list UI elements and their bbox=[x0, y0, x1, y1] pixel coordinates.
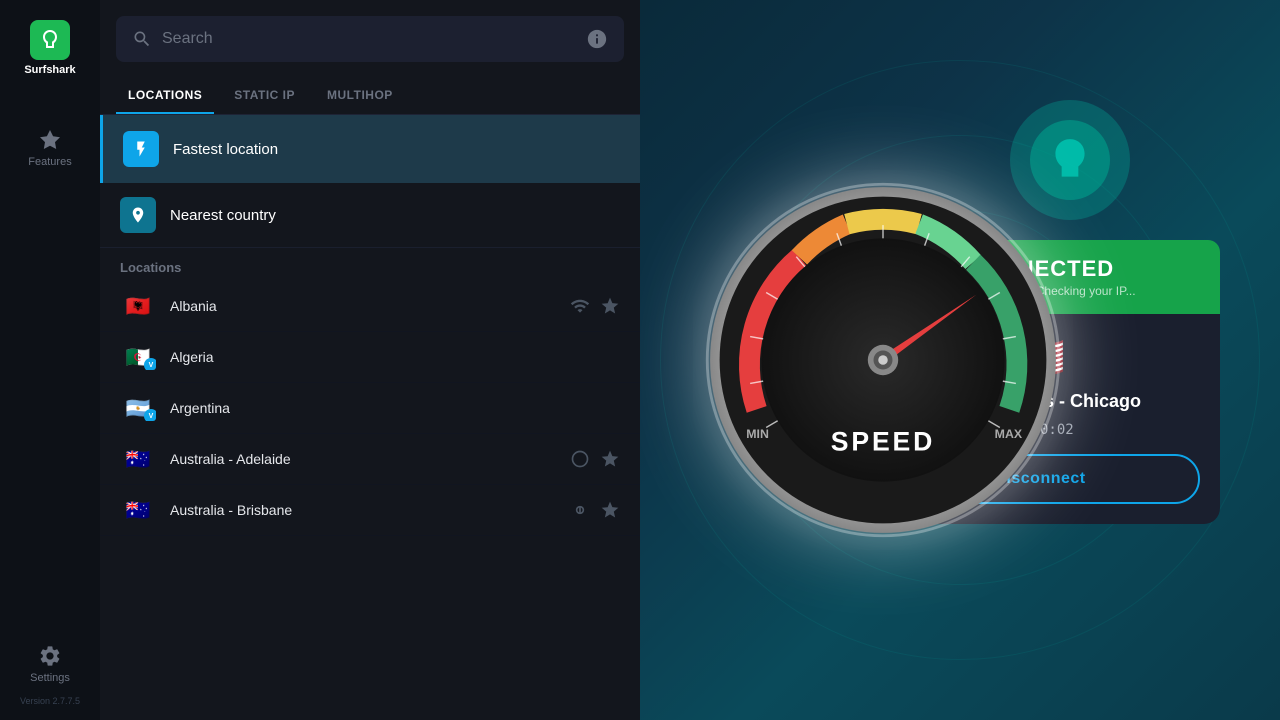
signal-icon[interactable] bbox=[570, 500, 590, 520]
country-actions bbox=[570, 449, 620, 469]
location-list: Fastest location Nearest country Locatio… bbox=[100, 115, 640, 720]
algeria-flag: 🇩🇿 V bbox=[120, 344, 156, 370]
right-panel: CONNECTED Your IP address: Checking your… bbox=[640, 0, 1280, 720]
country-name: Australia - Brisbane bbox=[170, 502, 556, 518]
country-name: Albania bbox=[170, 298, 556, 314]
svg-text:MAX: MAX bbox=[995, 427, 1023, 441]
sidebar-item-features[interactable]: Features bbox=[0, 116, 100, 180]
signal-icon[interactable] bbox=[570, 296, 590, 316]
country-actions bbox=[570, 500, 620, 520]
star-icon[interactable] bbox=[600, 296, 620, 316]
version-text: Version 2.7.7.5 bbox=[20, 696, 80, 706]
fastest-location-item[interactable]: Fastest location bbox=[100, 115, 640, 183]
app-logo: Surfshark bbox=[14, 10, 85, 86]
features-label: Features bbox=[28, 156, 71, 168]
svg-text:SPEED: SPEED bbox=[831, 426, 935, 456]
vpn-badge: V bbox=[144, 409, 156, 421]
speedometer-svg: MIN MAX SPEED bbox=[693, 170, 1073, 550]
sidebar-item-settings[interactable]: Settings bbox=[0, 632, 100, 696]
list-item[interactable]: 🇦🇷 V Argentina bbox=[100, 383, 640, 434]
app-name: Surfshark bbox=[24, 64, 75, 76]
albania-flag: 🇦🇱 bbox=[120, 293, 156, 319]
tab-locations[interactable]: LOCATIONS bbox=[116, 78, 214, 114]
tab-multihop[interactable]: MULTIHOP bbox=[315, 78, 405, 114]
search-input[interactable] bbox=[162, 30, 576, 48]
signal-icon[interactable] bbox=[570, 449, 590, 469]
nearest-label: Nearest country bbox=[170, 207, 276, 224]
speedometer-overlay: MIN MAX SPEED bbox=[693, 170, 1073, 550]
settings-label: Settings bbox=[30, 672, 70, 684]
country-name: Argentina bbox=[170, 400, 606, 416]
bolt-icon bbox=[132, 140, 150, 158]
fastest-icon bbox=[123, 131, 159, 167]
surfshark-logo-svg bbox=[38, 28, 62, 52]
list-item[interactable]: 🇦🇺 Australia - Adelaide bbox=[100, 434, 640, 485]
australia-flag: 🇦🇺 bbox=[120, 446, 156, 472]
nearest-icon bbox=[120, 197, 156, 233]
sidebar: Surfshark Features Settings Version 2.7.… bbox=[0, 0, 100, 720]
locations-section-header: Locations bbox=[100, 248, 640, 281]
nearest-country-item[interactable]: Nearest country bbox=[100, 183, 640, 248]
list-item[interactable]: 🇦🇱 Albania bbox=[100, 281, 640, 332]
list-item[interactable]: 🇦🇺 Australia - Brisbane bbox=[100, 485, 640, 536]
logo-icon bbox=[30, 20, 70, 60]
info-icon[interactable] bbox=[586, 28, 608, 50]
country-actions bbox=[570, 296, 620, 316]
settings-icon bbox=[38, 644, 62, 668]
country-name: Algeria bbox=[170, 349, 606, 365]
list-item[interactable]: 🇩🇿 V Algeria bbox=[100, 332, 640, 383]
star-icon[interactable] bbox=[600, 500, 620, 520]
tab-bar: LOCATIONS STATIC IP MULTIHOP bbox=[100, 78, 640, 115]
star-icon[interactable] bbox=[600, 449, 620, 469]
fastest-label: Fastest location bbox=[173, 141, 278, 158]
search-icon bbox=[132, 29, 152, 49]
argentina-flag: 🇦🇷 V bbox=[120, 395, 156, 421]
country-name: Australia - Adelaide bbox=[170, 451, 556, 467]
vpn-badge: V bbox=[144, 358, 156, 370]
svg-text:MIN: MIN bbox=[746, 427, 769, 441]
search-bar bbox=[116, 16, 624, 62]
features-icon bbox=[38, 128, 62, 152]
location-icon bbox=[129, 206, 147, 224]
tab-static-ip[interactable]: STATIC IP bbox=[222, 78, 307, 114]
left-panel: LOCATIONS STATIC IP MULTIHOP Fastest loc… bbox=[100, 0, 640, 720]
australia-brisbane-flag: 🇦🇺 bbox=[120, 497, 156, 523]
